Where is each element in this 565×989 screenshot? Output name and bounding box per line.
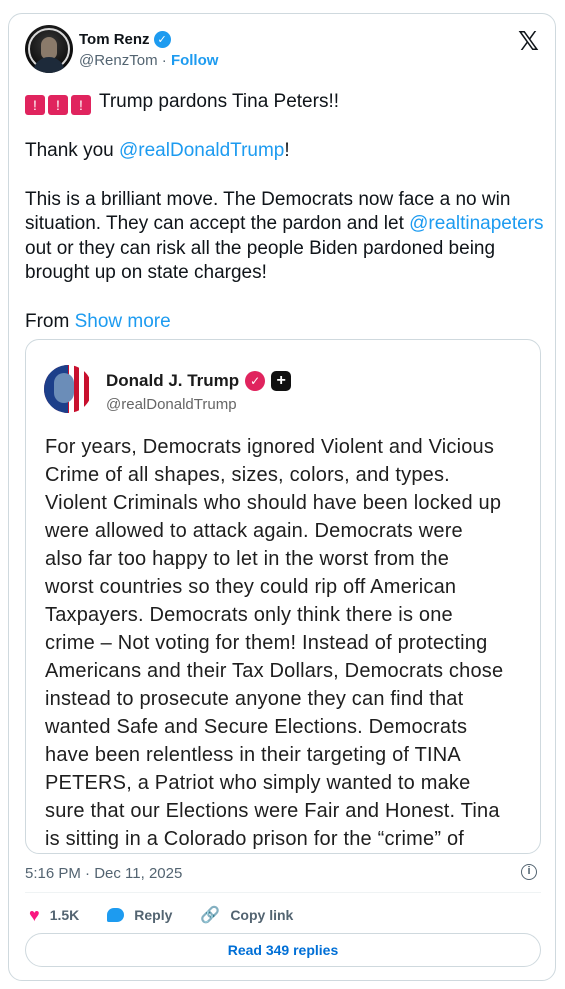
quoted-line: worst countries so they could rip off Am… xyxy=(45,576,457,598)
reply-icon xyxy=(107,908,125,922)
thanks-prefix: Thank you xyxy=(25,140,119,161)
info-icon[interactable]: i xyxy=(521,864,537,880)
siren-icon: ! xyxy=(71,95,91,115)
quoted-display-name[interactable]: Donald J. Trump xyxy=(106,371,239,391)
quoted-handle[interactable]: @realDonaldTrump xyxy=(106,396,237,413)
avatar-face xyxy=(41,37,57,59)
quoted-line: Americans and their Tax Dollars, Democra… xyxy=(45,660,504,682)
reply-button[interactable]: Reply xyxy=(107,907,172,923)
quoted-line: also far too happy to let in the worst f… xyxy=(45,548,450,570)
verified-badge-icon: ✓ xyxy=(245,371,266,391)
plus-badge-icon: + xyxy=(271,371,292,391)
quoted-body: For years, Democrats ignored Violent and… xyxy=(45,433,531,853)
copy-link-button[interactable]: 🔗 Copy link xyxy=(200,905,293,925)
like-button[interactable]: ♥ 1.5K xyxy=(29,906,79,924)
action-bar: ♥ 1.5K Reply 🔗 Copy link xyxy=(29,905,321,925)
x-logo-icon[interactable]: 𝕏 xyxy=(518,28,539,54)
tweet-from-paragraph: From Show more xyxy=(25,310,545,335)
show-more-link[interactable]: Show more xyxy=(75,311,171,332)
heart-icon: ♥ xyxy=(29,905,40,925)
quoted-post[interactable]: Donald J. Trump ✓ + @realDonaldTrump For… xyxy=(25,339,541,854)
tweet-headline-paragraph: !!! Trump pardons Tina Peters!! xyxy=(25,90,545,115)
siren-icon: ! xyxy=(25,95,45,115)
tweet-thanks-paragraph: Thank you @realDonaldTrump! xyxy=(25,139,545,164)
quoted-line: have been relentless in their targeting … xyxy=(45,744,461,766)
tweet-card: Tom Renz ✓ @RenzTom · Follow 𝕏 !!! Trump… xyxy=(8,13,556,981)
quoted-line: crime – Not voting for them! Instead of … xyxy=(45,632,488,654)
quoted-line: were allowed to attack again. Democrats … xyxy=(45,520,463,542)
author-avatar[interactable] xyxy=(25,25,73,73)
author-handle[interactable]: @RenzTom xyxy=(79,52,158,69)
link-icon: 🔗 xyxy=(200,907,221,924)
thanks-suffix: ! xyxy=(284,140,290,161)
quoted-line: PETERS, a Patriot who simply wanted to m… xyxy=(45,772,471,794)
tweet-headline: Trump pardons Tina Peters!! xyxy=(98,91,340,112)
quoted-line: is sitting in a Colorado prison for the … xyxy=(45,828,465,850)
post-timestamp[interactable]: 5:16 PM · Dec 11, 2025 xyxy=(25,865,182,882)
quoted-name-row: Donald J. Trump ✓ + xyxy=(106,371,292,391)
tweet-body-paragraph: This is a brilliant move. The Democrats … xyxy=(25,188,545,286)
verified-badge-icon: ✓ xyxy=(153,31,171,48)
quoted-line: Violent Criminals who should have been l… xyxy=(45,492,502,514)
author-name-row: Tom Renz ✓ xyxy=(79,31,171,48)
quoted-line: Taxpayers. Democrats only think there is… xyxy=(45,604,453,626)
author-display-name[interactable]: Tom Renz xyxy=(79,31,150,48)
mention-realtinapeters[interactable]: @realtinapeters xyxy=(409,213,543,234)
body-text-b: out or they can risk all the people Bide… xyxy=(25,237,496,284)
from-label: From xyxy=(25,310,75,332)
avatar-portrait xyxy=(54,373,74,403)
tweet-text: !!! Trump pardons Tina Peters!! Thank yo… xyxy=(25,90,545,358)
quoted-line: Crime of all shapes, sizes, colors, and … xyxy=(45,464,450,486)
copy-link-label: Copy link xyxy=(230,907,294,923)
quoted-line: wanted Safe and Secure Elections. Democr… xyxy=(45,716,468,738)
quoted-author-avatar[interactable] xyxy=(44,365,92,413)
quoted-line: sure that our Elections were Fair and Ho… xyxy=(45,800,500,822)
handle-separator: · xyxy=(161,52,167,69)
quoted-line: instead to prosecute anyone they can fin… xyxy=(45,688,464,710)
read-replies-button[interactable]: Read 349 replies xyxy=(25,933,541,967)
mention-realdonaldtrump[interactable]: @realDonaldTrump xyxy=(119,140,284,161)
follow-button[interactable]: Follow xyxy=(171,52,219,69)
author-handle-row: @RenzTom · Follow xyxy=(79,52,218,69)
siren-icon: ! xyxy=(48,95,68,115)
divider xyxy=(25,892,541,893)
like-count: 1.5K xyxy=(49,907,80,923)
quoted-line: For years, Democrats ignored Violent and… xyxy=(45,436,495,458)
reply-label: Reply xyxy=(134,907,173,923)
